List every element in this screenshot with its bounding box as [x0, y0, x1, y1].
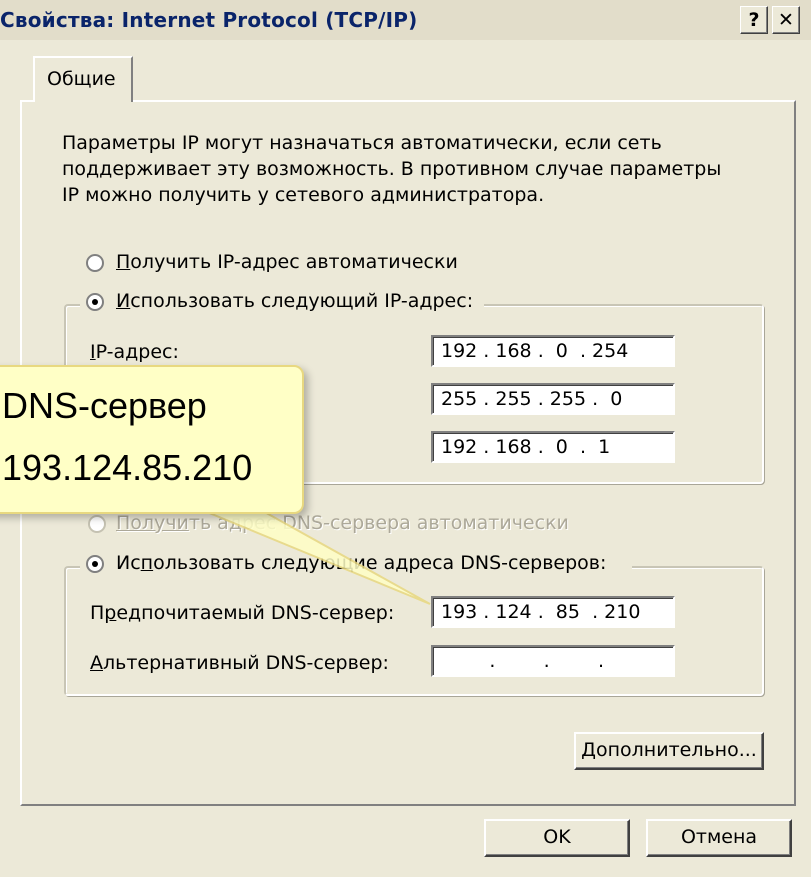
tcpip-properties-dialog: Свойства: Internet Protocol (TCP/IP) ? ✕…	[0, 0, 811, 877]
radio-ip-manual-label[interactable]: Использовать следующий IP-адрес:	[116, 290, 473, 312]
ok-button[interactable]: OK	[484, 819, 630, 857]
callout-line-1: DNS-сервер	[2, 385, 207, 426]
radio-ip-auto-label[interactable]: Получить IP-адрес автоматически	[116, 251, 458, 273]
radio-ip-auto[interactable]	[86, 254, 104, 272]
tab-general-label: Общие	[47, 68, 116, 90]
radio-dns-auto-label: Получить адрес DNS-сервера автоматически	[116, 512, 569, 534]
callout-line-2: 193.124.85.210	[2, 447, 253, 488]
radio-dns-manual[interactable]	[86, 555, 104, 573]
tab-general[interactable]: Общие	[33, 56, 133, 102]
advanced-button[interactable]: Дополнительно...	[574, 732, 764, 770]
preferred-dns-field[interactable]: 193 . 124 . 85 . 210	[431, 596, 675, 628]
title-bar[interactable]: Свойства: Internet Protocol (TCP/IP) ? ✕	[0, 0, 811, 40]
subnet-mask-field[interactable]: 255 . 255 . 255 . 0	[431, 383, 675, 415]
dns-callout: DNS-сервер 193.124.85.210	[0, 365, 304, 514]
alternate-dns-field[interactable]: . . .	[431, 645, 675, 677]
default-gateway-field[interactable]: 192 . 168 . 0 . 1	[431, 431, 675, 463]
close-button[interactable]: ✕	[772, 6, 800, 34]
preferred-dns-label: Предпочитаемый DNS-сервер:	[90, 602, 395, 624]
ip-address-label: IP-адрес:	[90, 341, 179, 363]
ip-address-field[interactable]: 192 . 168 . 0 . 254	[431, 335, 675, 367]
window-title: Свойства: Internet Protocol (TCP/IP)	[0, 8, 418, 32]
alternate-dns-label: Альтернативный DNS-сервер:	[90, 652, 389, 674]
cancel-button[interactable]: Отмена	[646, 819, 792, 857]
help-button[interactable]: ?	[740, 6, 768, 34]
radio-dns-auto	[88, 515, 106, 533]
radio-dns-manual-label[interactable]: Использовать следующие адреса DNS-сервер…	[116, 552, 606, 574]
radio-ip-manual[interactable]	[86, 293, 104, 311]
